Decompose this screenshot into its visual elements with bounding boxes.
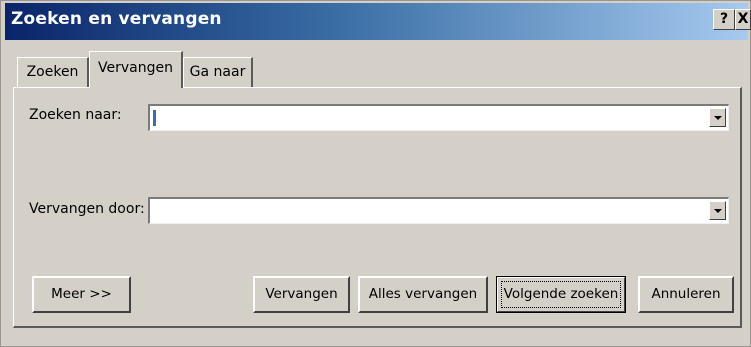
replace-with-input[interactable]: [154, 201, 694, 221]
tab-label: Vervangen: [98, 60, 173, 76]
chevron-down-icon: [714, 116, 722, 120]
tab-zoeken[interactable]: Zoeken: [17, 57, 89, 87]
tab-label: Zoeken: [26, 64, 79, 80]
replace-with-dropdown-button[interactable]: [709, 201, 726, 220]
replace-tab-panel: Zoeken naar: Vervangen door: Meer >> Ver…: [13, 87, 742, 328]
find-next-button[interactable]: Volgende zoeken: [496, 276, 626, 313]
find-what-input[interactable]: [154, 108, 694, 128]
replace-with-combobox[interactable]: [148, 197, 729, 224]
chevron-down-icon: [714, 209, 722, 213]
cancel-button-label: Annuleren: [651, 286, 721, 302]
tab-ga-naar[interactable]: Ga naar: [183, 57, 253, 87]
find-replace-dialog: Zoeken en vervangen ? X Zoeken Vervangen…: [0, 0, 751, 347]
replace-all-button-label: Alles vervangen: [368, 286, 478, 302]
close-button[interactable]: X: [735, 9, 751, 30]
more-button-label: Meer >>: [51, 286, 112, 302]
tab-vervangen[interactable]: Vervangen: [89, 51, 183, 88]
find-what-label: Zoeken naar:: [29, 107, 122, 123]
more-button[interactable]: Meer >>: [32, 276, 131, 313]
window-title: Zoeken en vervangen: [11, 9, 222, 29]
help-button[interactable]: ?: [713, 9, 735, 30]
replace-with-label: Vervangen door:: [29, 201, 145, 217]
close-icon: X: [737, 11, 749, 27]
replace-button-label: Vervangen: [265, 286, 338, 302]
find-next-button-label: Volgende zoeken: [503, 286, 619, 302]
tab-label: Ga naar: [189, 64, 246, 80]
cancel-button[interactable]: Annuleren: [638, 276, 734, 313]
title-bar[interactable]: Zoeken en vervangen ? X: [5, 3, 751, 40]
help-icon: ?: [719, 11, 729, 27]
find-what-combobox[interactable]: [148, 104, 729, 131]
replace-all-button[interactable]: Alles vervangen: [358, 276, 488, 313]
find-what-dropdown-button[interactable]: [709, 108, 726, 127]
replace-button[interactable]: Vervangen: [253, 276, 350, 313]
